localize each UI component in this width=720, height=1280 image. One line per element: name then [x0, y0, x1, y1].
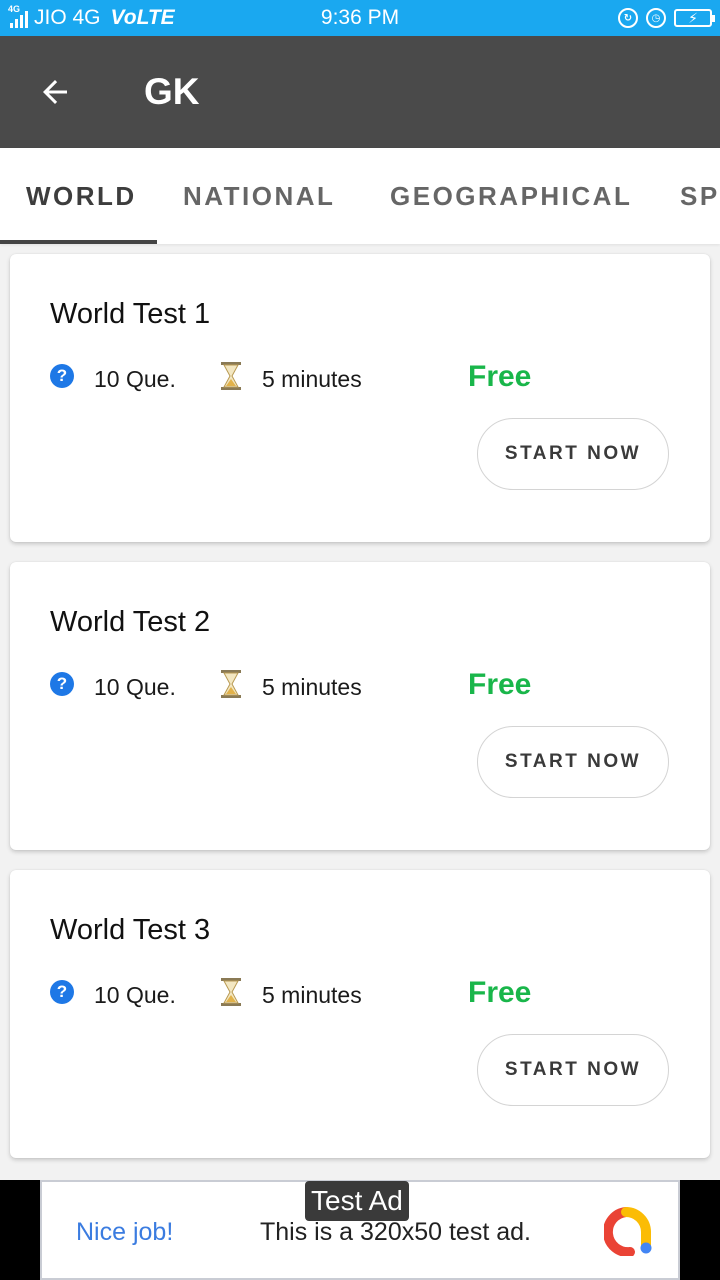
carrier-name: JIO 4G — [34, 6, 101, 29]
tab-bar: WORLD NATIONAL GEOGRAPHICAL SP — [0, 148, 720, 244]
hourglass-icon — [221, 978, 241, 1006]
question-icon: ? — [50, 364, 74, 388]
page-title: GK — [144, 71, 200, 112]
duration: 5 minutes — [262, 982, 362, 1008]
tab-national[interactable]: NATIONAL — [183, 148, 335, 244]
price-badge: Free — [468, 668, 532, 701]
volte-label: VoLTE — [110, 6, 175, 29]
test-card: World Test 3 ? 10 Que. 5 minutes Free ST… — [10, 870, 710, 1158]
ad-body: This is a 320x50 test ad. — [260, 1218, 531, 1246]
test-card: World Test 1 ? 10 Que. 5 minutes Free ST… — [10, 254, 710, 542]
ad-logo-icon — [604, 1207, 652, 1256]
hourglass-icon — [221, 362, 241, 390]
question-count: 10 Que. — [94, 366, 176, 392]
tab-world[interactable]: WORLD — [26, 148, 137, 244]
question-icon: ? — [50, 980, 74, 1004]
status-bar: 4G JIO 4G VoLTE 9:36 PM ↻ ◷ ⚡ — [0, 0, 720, 36]
start-now-button[interactable]: START NOW — [477, 726, 669, 798]
test-title: World Test 2 — [50, 606, 211, 638]
question-count: 10 Que. — [94, 982, 176, 1008]
ad-banner[interactable]: Test Ad Nice job! This is a 320x50 test … — [40, 1180, 680, 1280]
test-card: World Test 2 ? 10 Que. 5 minutes Free ST… — [10, 562, 710, 850]
duration: 5 minutes — [262, 674, 362, 700]
lock-rotation-icon: ↻ — [618, 8, 638, 28]
alarm-icon: ◷ — [646, 8, 666, 28]
active-tab-indicator — [0, 240, 157, 244]
network-type-small: 4G — [8, 4, 21, 14]
app-bar: GK — [0, 36, 720, 148]
signal-icon: 4G — [8, 4, 28, 28]
ad-label: Test Ad — [305, 1181, 409, 1221]
question-count: 10 Que. — [94, 674, 176, 700]
ad-headline: Nice job! — [76, 1218, 174, 1246]
back-button[interactable] — [0, 36, 110, 148]
battery-charging-icon: ⚡ — [674, 9, 715, 27]
price-badge: Free — [468, 360, 532, 393]
test-title: World Test 1 — [50, 298, 211, 330]
duration: 5 minutes — [262, 366, 362, 392]
price-badge: Free — [468, 976, 532, 1009]
test-title: World Test 3 — [50, 914, 211, 946]
question-icon: ? — [50, 672, 74, 696]
tab-sp[interactable]: SP — [680, 148, 720, 244]
arrow-left-icon — [43, 80, 67, 104]
tab-geographical[interactable]: GEOGRAPHICAL — [390, 148, 632, 244]
start-now-button[interactable]: START NOW — [477, 1034, 669, 1106]
hourglass-icon — [221, 670, 241, 698]
ad-area: Test Ad Nice job! This is a 320x50 test … — [0, 1180, 720, 1280]
start-now-button[interactable]: START NOW — [477, 418, 669, 490]
